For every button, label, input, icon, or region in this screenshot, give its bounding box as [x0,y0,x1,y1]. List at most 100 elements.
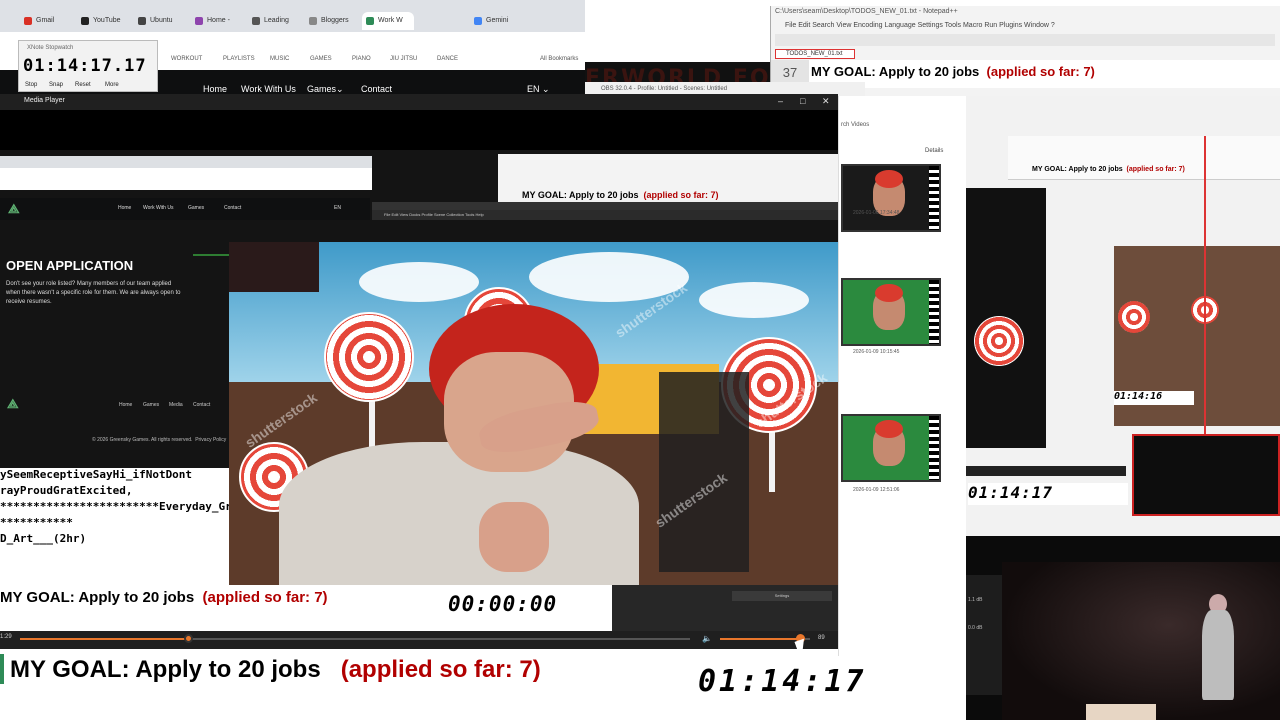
overlay-line: rayProudGratExcited, [0,484,133,497]
timeline-bar [966,466,1126,476]
maximize-icon[interactable]: □ [800,96,805,106]
overlay-text-lines: ySeemReceptiveSayHi_ifNotDont rayProudGr… [0,468,245,590]
thumbnail-date: 2026-01-09 12:51:06 [853,487,900,493]
browser-tab[interactable]: Leading [248,12,300,30]
more-button[interactable]: More [105,82,119,88]
webcam-video-frame[interactable]: shutterstock shutterstock shutterstock s… [229,242,838,585]
bookmark-item[interactable]: DANCE [437,56,458,62]
thumb-hair [875,420,903,438]
tab-favicon-icon [24,17,32,25]
person-shirt [279,442,639,585]
overlay-line: ************************Everyday_Grin [0,500,246,513]
shadow-figure [659,372,749,572]
goal-progress: (applied so far: 7) [340,656,541,683]
bookmark-item[interactable]: PIANO [352,56,371,62]
goal-overlay-small: MY GOAL: Apply to 20 jobs (applied so fa… [0,589,328,606]
minimize-icon[interactable]: – [778,96,783,106]
nav-games[interactable]: Games [307,84,336,94]
lollipop [324,312,414,402]
thumbnail-date: 2026-01-06 17:34:48 [853,210,900,216]
tab-label: Work W [378,17,403,24]
person-hand [479,502,549,572]
nested-nav-home: Home [118,205,132,211]
overlay-line: *********** [0,516,73,529]
lollipop [1118,301,1150,333]
right-notepad: MY GOAL: Apply to 20 jobs (applied so fa… [1008,136,1280,180]
footer-logo: ⟁ [7,396,19,411]
notepad-toolbar[interactable] [775,34,1275,46]
video-thumbnail[interactable] [841,278,941,346]
cloud [359,262,479,302]
tab-favicon-icon [309,17,317,25]
nav-home[interactable]: Home [203,84,227,94]
browser-tab[interactable]: Home - [191,12,243,30]
nested-goal-text: MY GOAL: Apply to 20 jobs [522,190,639,200]
details-button[interactable]: Details [925,148,943,154]
timer-overlay-large: 01:14:17 [698,664,938,704]
media-controls: 1:29 🔈 89 [0,631,838,649]
video-thumbnail[interactable] [841,164,941,232]
timer-overlay-small: 00:00:00 [448,592,606,622]
bookmark-item[interactable]: PLAYLISTS [223,56,255,62]
nested-goal-progress: (applied so far: 7) [643,190,719,200]
bookmark-item[interactable]: MUSIC [270,56,289,62]
browser-tab[interactable]: Gemini [470,12,530,30]
seek-thumb[interactable] [183,634,193,643]
nested-notepad: MY GOAL: Apply to 20 jobs (applied so fa… [498,154,838,206]
dark-corner [229,242,319,292]
nested-lang: EN [334,205,341,211]
goal-overlay-large: MY GOAL: Apply to 20 jobs (applied so fa… [0,650,700,720]
open-application-text: Don't see your role listed? Many members… [6,281,181,305]
close-icon[interactable]: ✕ [822,96,830,107]
bookmark-item[interactable]: JIU JITSU [390,56,417,62]
divider [193,254,229,256]
browser-tab[interactable]: Ubuntu [134,12,186,30]
notepad-title: C:\Users\seam\Desktop\TODOS_NEW_01.txt -… [775,8,958,15]
copyright-text: © 2026 Greensky Games. All rights reserv… [92,437,193,443]
file-tab[interactable]: TODOS_NEW_01.txt [775,49,855,59]
footer-media: Media [169,402,183,408]
browser-tab[interactable]: YouTube [77,12,129,30]
media-player-title: Media Player [24,97,65,104]
bookmark-item[interactable]: WORKOUT [171,56,202,62]
browser-tab[interactable]: Gmail [20,12,72,30]
browser-tab[interactable]: Bloggers [305,12,357,30]
cloud [699,282,809,318]
file-explorer: rch Videos Details 2026-01-06 17:34:48 2… [838,96,966,656]
stopwatch-time: 01:14:17.17 [23,56,147,76]
bookmark-item[interactable]: All Bookmarks [540,56,578,62]
browser-tab[interactable]: Work W [362,12,414,30]
tab-label: Leading [264,17,289,24]
film-strip-icon [929,280,939,344]
media-player-letterbox [0,110,838,150]
nested-nav-contact: Contact [224,205,242,211]
volume-icon[interactable]: 🔈 [702,634,712,643]
bookmarks-bar: WORKOUT PLAYLISTS MUSIC GAMES PIANO JIU JITSU… [155,52,585,68]
lollipop [974,316,1024,366]
nested-goal-line: MY GOAL: Apply to 20 jobs (applied so fa… [522,190,719,200]
recursive-desktop: MY GOAL: Apply to 20 jobs (applied so fa… [966,96,1280,536]
video-thumbnail[interactable] [841,414,941,482]
snap-button[interactable]: Snap [49,82,63,88]
tab-favicon-icon [81,17,89,25]
nested-nav-work: Work With Us [143,205,174,211]
nav-contact[interactable]: Contact [361,84,392,94]
tab-label: YouTube [93,17,121,24]
search-videos-input[interactable]: rch Videos [839,122,965,134]
nav-work-with-us[interactable]: Work With Us [241,84,296,94]
goal-line: MY GOAL: Apply to 20 jobs (applied so fa… [10,656,541,684]
reset-button[interactable]: Reset [75,82,91,88]
stop-button[interactable]: Stop [25,82,37,88]
language-select[interactable]: EN [527,84,540,94]
volume-fill [720,638,801,640]
goal-text: MY GOAL: Apply to 20 jobs [10,656,321,683]
room-camera-view [1002,562,1280,720]
goal-progress: (applied so far: 7) [202,589,328,606]
audio-mixer: 1.1 dB 0.0 dB [966,575,1002,695]
person-body [1202,610,1234,700]
notepad-menu[interactable]: File Edit Search View Encoding Language … [785,22,1055,29]
tab-label: Gmail [36,17,55,24]
bookmark-item[interactable]: GAMES [310,56,332,62]
footer-games: Games [143,402,160,408]
film-strip-icon [929,416,939,480]
